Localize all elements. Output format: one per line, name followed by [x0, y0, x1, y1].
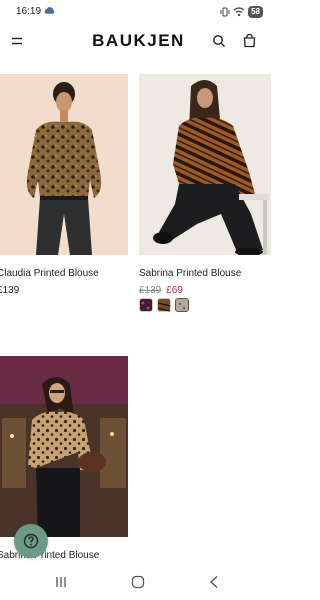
sale-price: £69 — [166, 285, 183, 296]
product-photo-zebra-blouse — [139, 74, 271, 255]
home-icon[interactable] — [131, 575, 145, 589]
product-name[interactable]: Sabrina Printed Blouse — [139, 268, 241, 279]
product-price: £139 — [0, 285, 20, 296]
original-price: £139 — [139, 285, 162, 296]
product-image[interactable] — [139, 74, 271, 255]
battery-icon: 58 — [248, 6, 263, 18]
product-photo-leopard-cafe — [0, 356, 128, 537]
color-swatch-brown[interactable] — [157, 298, 171, 312]
cloud-icon — [44, 7, 55, 14]
product-price: £139 £69 — [139, 285, 183, 296]
help-button[interactable] — [14, 524, 48, 558]
product-card-claudia[interactable]: Claudia Printed Blouse £139 — [0, 74, 128, 304]
recents-icon[interactable] — [54, 576, 68, 588]
product-name[interactable]: Claudia Printed Blouse — [0, 268, 99, 279]
status-bar: 16:19 58 — [0, 0, 277, 24]
system-nav-bar — [0, 566, 277, 600]
product-image[interactable] — [0, 356, 128, 537]
screen: 16:19 58 BAUKJEN Claudia Printed Blouse … — [0, 0, 277, 600]
brand-logo[interactable]: BAUKJEN — [0, 31, 277, 51]
product-card-sabrina[interactable]: Sabrina Printed Blouse £139 £69 — [139, 74, 271, 314]
product-name[interactable]: Sabrina Printed Blouse — [0, 550, 99, 561]
status-time: 16:19 — [16, 6, 42, 17]
wifi-icon — [233, 7, 245, 17]
vibrate-icon — [220, 7, 230, 17]
app-header: BAUKJEN — [0, 24, 277, 60]
search-icon[interactable] — [212, 34, 226, 48]
question-icon — [23, 533, 39, 549]
back-icon[interactable] — [208, 575, 220, 589]
color-swatch-taupe[interactable] — [175, 298, 189, 312]
shopping-bag-icon[interactable] — [242, 33, 257, 48]
color-swatch-plum[interactable] — [139, 298, 153, 312]
product-image[interactable] — [0, 74, 128, 255]
status-icons: 58 — [220, 5, 263, 19]
product-photo-leopard-blouse — [0, 74, 128, 255]
